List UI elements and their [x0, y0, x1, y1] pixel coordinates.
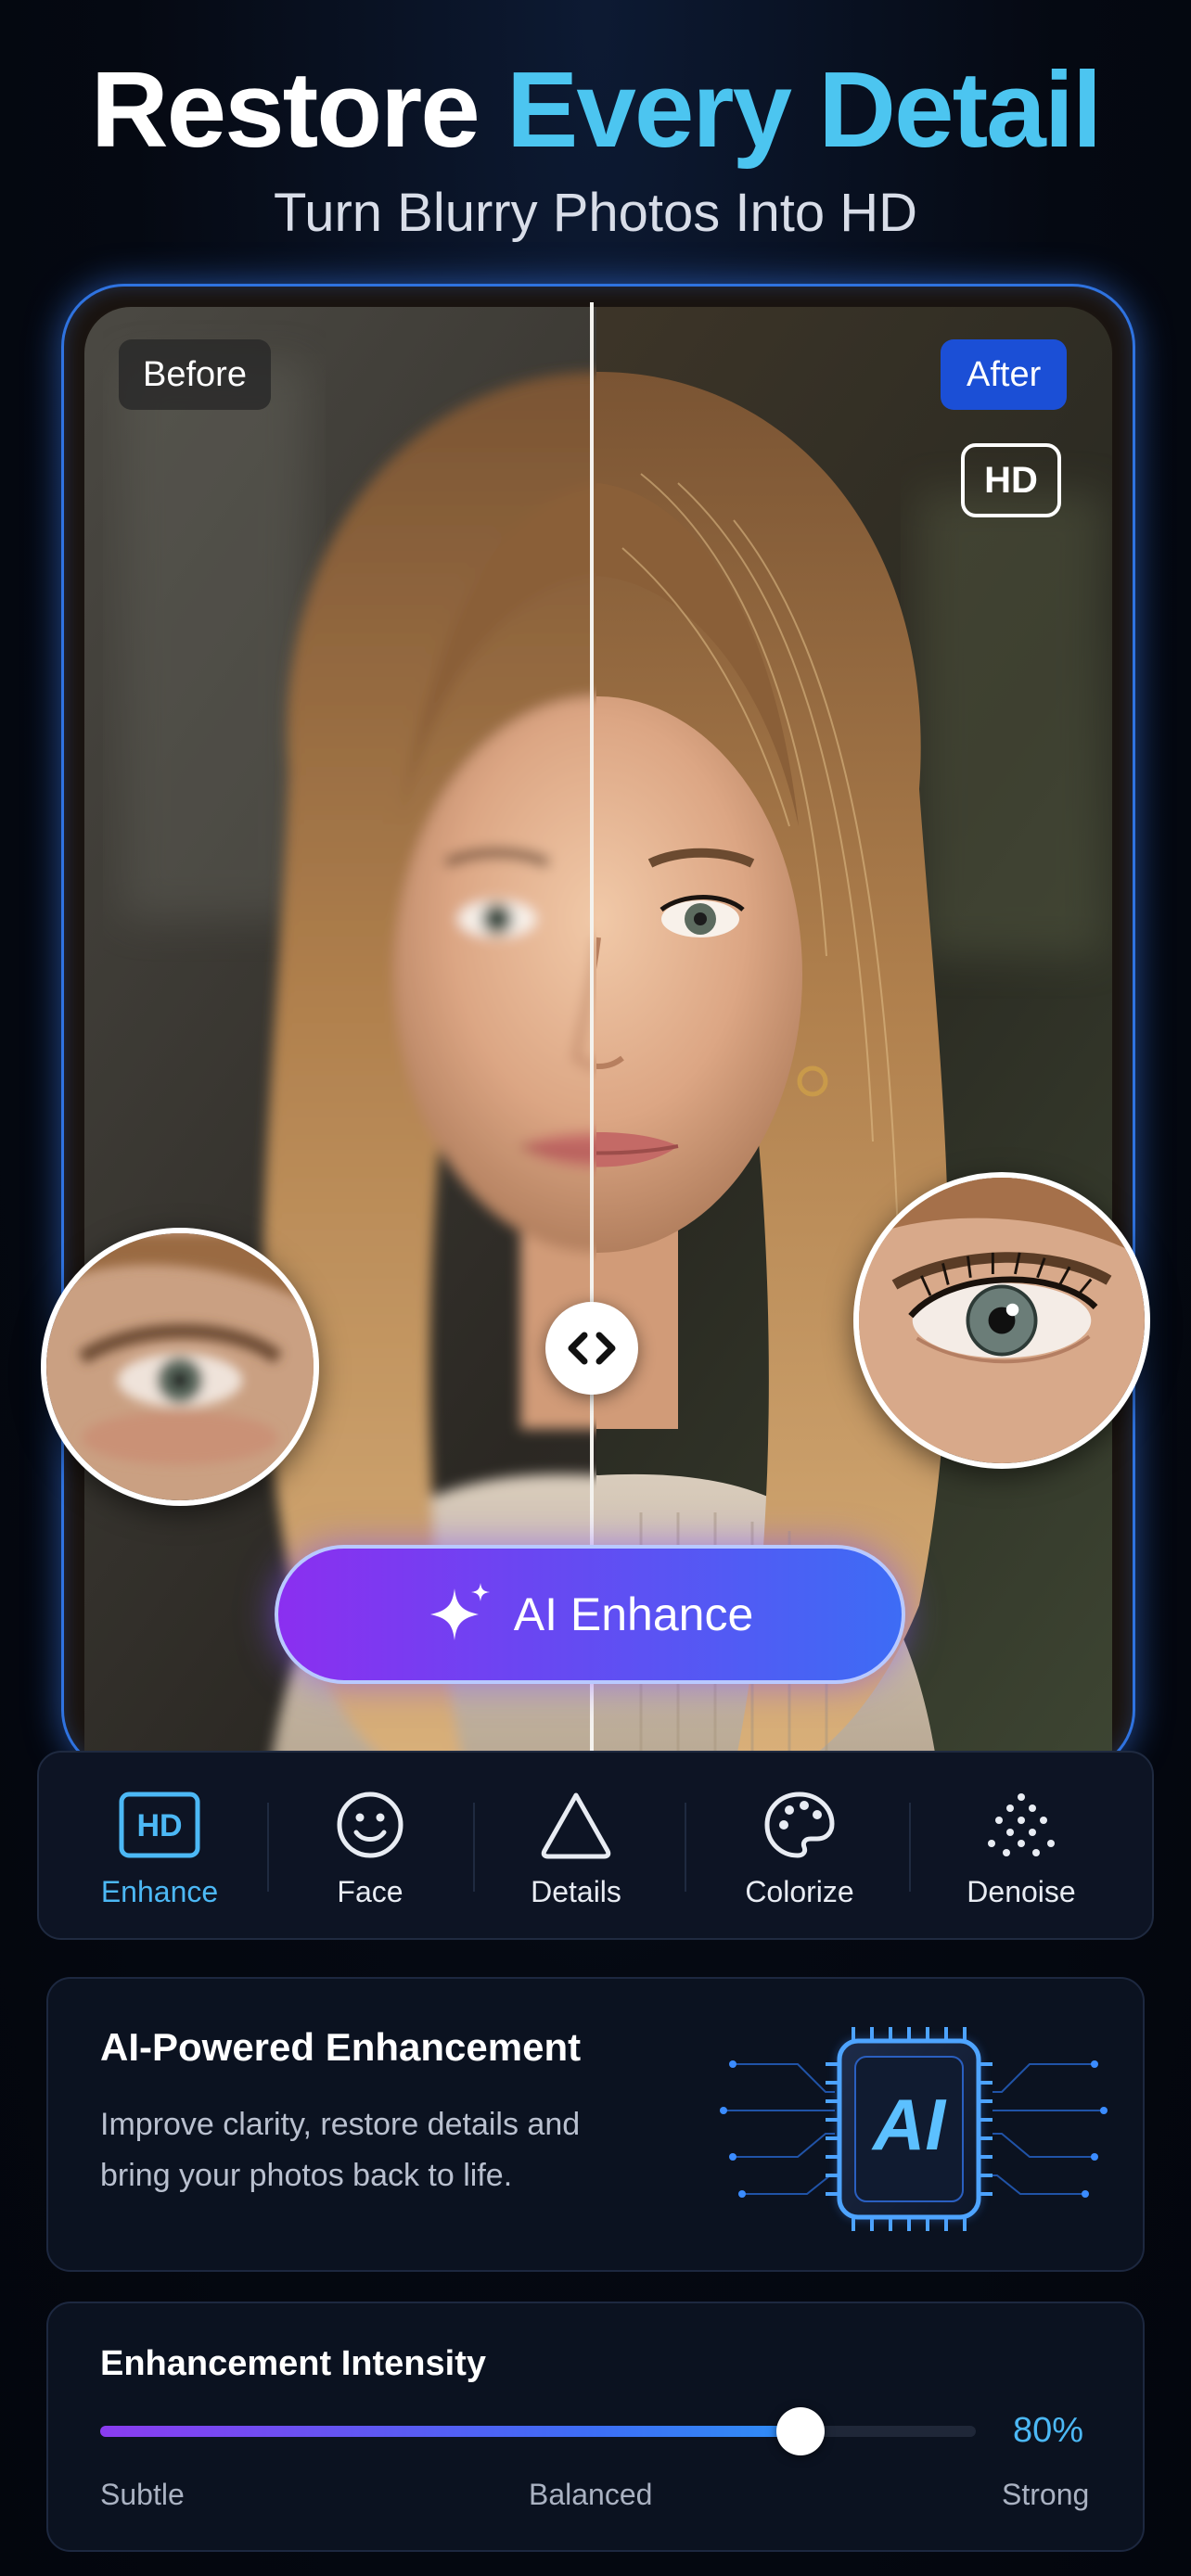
subheadline: Turn Blurry Photos Into HD — [273, 183, 918, 243]
sparkle-icon — [429, 1583, 490, 1640]
palette-icon — [764, 1792, 835, 1858]
smiley-face-icon — [337, 1792, 403, 1858]
intensity-scale-strong: Strong — [1002, 2478, 1090, 2511]
tool-separator — [473, 1803, 475, 1892]
hd-icon: HD — [119, 1792, 200, 1858]
tool-details[interactable]: Details — [483, 1786, 669, 1909]
intensity-slider-thumb[interactable] — [776, 2407, 826, 2455]
tool-label-details: Details — [531, 1875, 621, 1908]
headline: Restore Every Detail — [0, 53, 1191, 167]
tool-face[interactable]: Face — [277, 1786, 463, 1909]
ai-enhance-button[interactable]: AI Enhance — [275, 1545, 905, 1684]
hd-badge: HD — [961, 443, 1061, 517]
before-label: Before — [119, 339, 271, 410]
ai-card-title: AI-Powered Enhancement — [100, 2025, 582, 2069]
dots-icon — [988, 1793, 1055, 1856]
tool-label-face: Face — [337, 1875, 403, 1908]
intensity-value: 80% — [1013, 2411, 1084, 2450]
comparison-drag-handle[interactable] — [545, 1302, 638, 1395]
intensity-slider-fill — [100, 2426, 801, 2437]
ai-chip-text: AI — [871, 2084, 946, 2165]
headline-part1: Restore — [90, 49, 506, 170]
tool-enhance[interactable]: HD Enhance — [67, 1786, 252, 1909]
intensity-scale-balanced: Balanced — [529, 2478, 653, 2511]
hd-icon-text: HD — [136, 1808, 182, 1843]
tool-denoise[interactable]: Denoise — [928, 1786, 1114, 1909]
tool-separator — [909, 1803, 911, 1892]
tool-label-denoise: Denoise — [967, 1875, 1076, 1908]
sharp-eye-image — [859, 1178, 1145, 1463]
intensity-title: Enhancement Intensity — [100, 2344, 486, 2383]
tool-separator — [685, 1803, 686, 1892]
ai-card-description: Improve clarity, restore details and bri… — [100, 2107, 581, 2193]
blurry-eye-image — [46, 1233, 314, 1500]
headline-accent: Every Detail — [506, 49, 1102, 170]
before-zoom-detail — [41, 1228, 319, 1506]
tool-label-enhance: Enhance — [100, 1875, 219, 1908]
after-zoom-detail — [853, 1172, 1150, 1469]
tool-label-colorize: Colorize — [745, 1875, 854, 1908]
tool-separator — [267, 1803, 269, 1892]
left-right-arrows-icon — [568, 1332, 616, 1365]
intensity-scale-subtle: Subtle — [100, 2478, 185, 2511]
triangle-icon — [541, 1792, 611, 1859]
after-label: After — [941, 339, 1068, 410]
ai-enhance-label: AI Enhance — [513, 1588, 754, 1640]
tool-colorize[interactable]: Colorize — [707, 1786, 892, 1909]
ai-chip-icon: AI — [720, 2027, 1108, 2231]
